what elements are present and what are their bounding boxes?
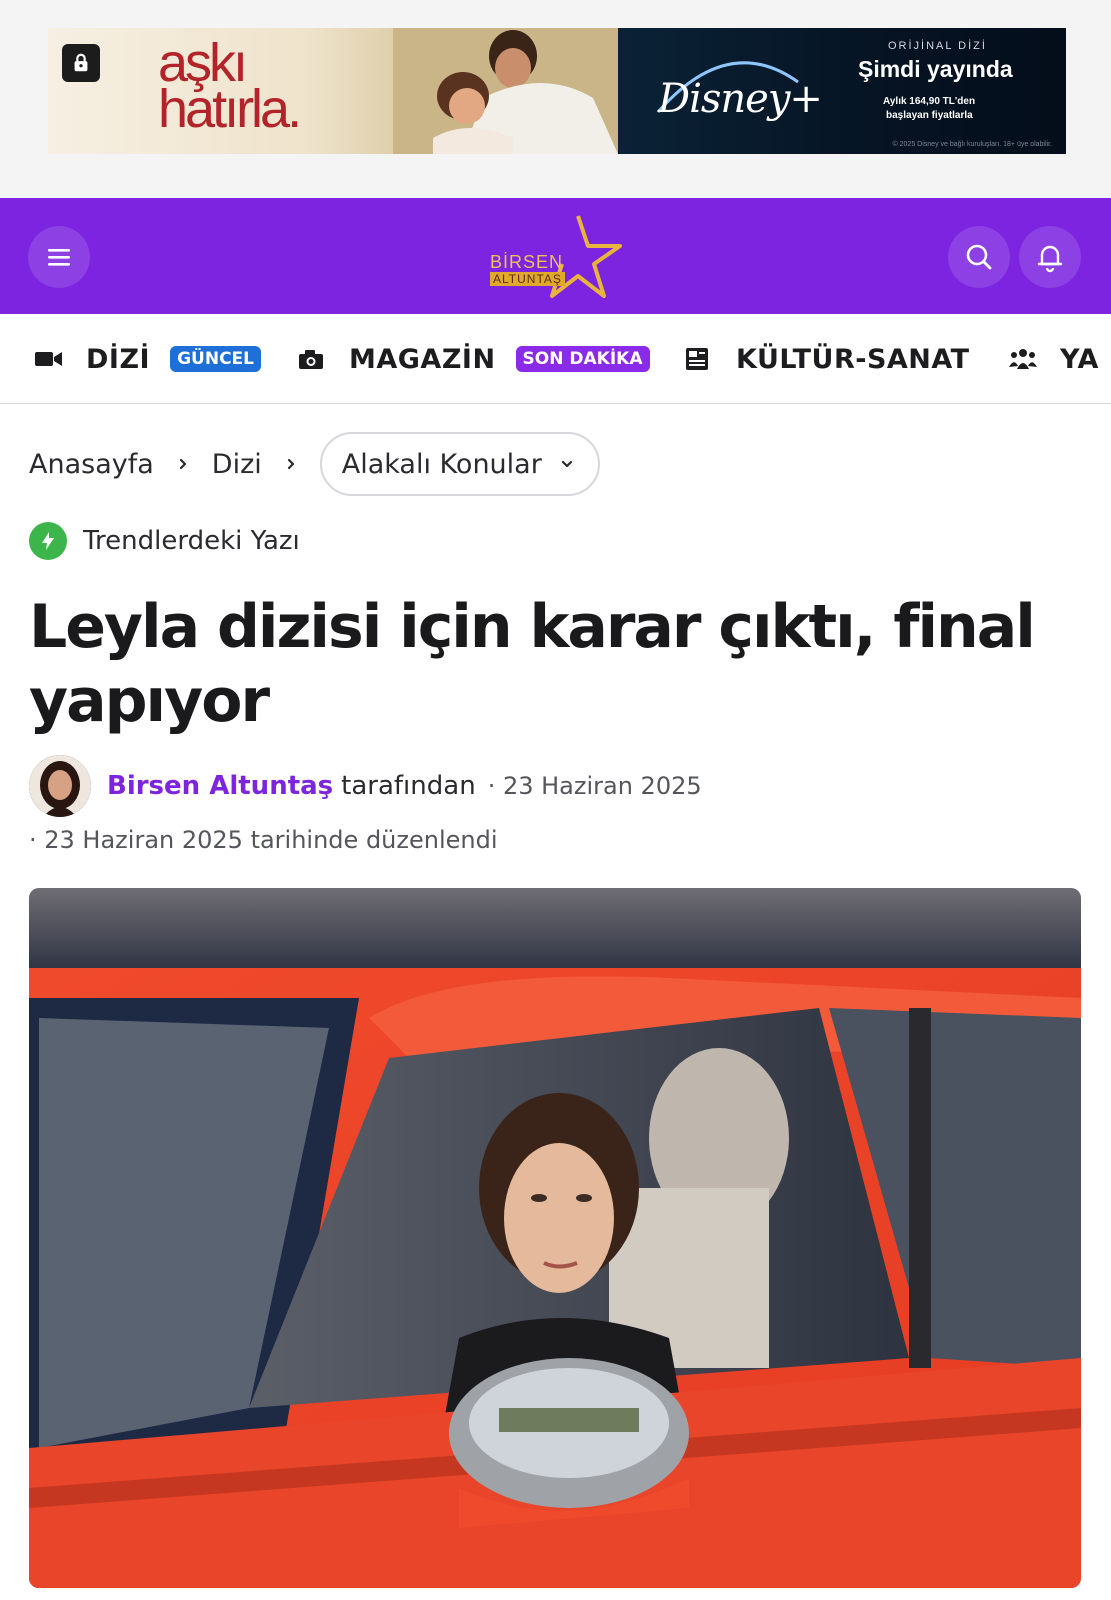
ad-brand-name: Disney+ [658,76,823,122]
ad-brand-panel: Disney+ ORİJİNAL DİZİ Şimdi yayında Aylı… [618,28,1066,154]
advertisement-area: aşkı hatırla. Disney+ ORİJİNAL DİZİ Şimd… [0,0,1111,198]
edited-date: · 23 Haziran 2025 tarihinde düzenlendi [29,826,498,854]
logo-text-line1: BİRSEN [490,252,564,272]
search-button[interactable] [948,226,1010,288]
ad-title-line2: hatırla. [158,79,302,139]
breadcrumb: Anasayfa Dizi Alakalı Konular [29,432,600,496]
publish-date: · 23 Haziran 2025 [487,772,702,800]
people-icon [1009,349,1037,369]
newspaper-icon [686,348,708,370]
chevron-down-icon [561,460,572,468]
lightning-icon [29,522,67,560]
author-avatar[interactable] [29,755,91,817]
category-label: KÜLTÜR-SANAT [736,343,970,375]
ad-banner[interactable]: aşkı hatırla. Disney+ ORİJİNAL DİZİ Şimd… [48,28,1066,154]
chevron-right-icon [287,458,294,470]
ad-price-line2: başlayan fiyatlarla [886,110,973,121]
ad-title: aşkı hatırla. [158,36,302,139]
category-label: DİZİ [86,343,151,375]
ad-tagline-big: Şimdi yayında [858,56,1013,82]
article-hero-image[interactable] [29,888,1081,1588]
category-label: MAGAZİN [349,343,496,375]
author-name[interactable]: Birsen Altuntaş [107,771,333,801]
breadcrumb-section[interactable]: Dizi [212,449,262,480]
category-badge: SON DAKİKA [515,346,650,372]
ad-tagline-small: ORİJİNAL DİZİ [888,40,987,52]
logo-text-line2: ALTUNTAŞ [490,272,565,286]
ad-legal-text: © 2025 Disney ve bağlı kuruluşları. 18+ … [892,141,1052,148]
category-label: YA [1060,343,1099,375]
category-badge: GÜNCEL [170,346,262,372]
category-nav: DİZİ GÜNCEL MAGAZİN SON DAKİKA KÜLTÜR-SA… [0,314,1111,404]
category-dizi[interactable]: DİZİ GÜNCEL [34,340,262,378]
search-icon [966,244,992,270]
lock-icon[interactable] [62,44,100,82]
hero-photo [29,888,1081,1588]
ad-image-panel: aşkı hatırla. [48,28,618,154]
ad-couple-image [393,28,618,154]
category-magazin[interactable]: MAGAZİN SON DAKİKA [297,340,650,378]
video-camera-icon [35,352,62,366]
bell-icon [1037,245,1063,273]
site-header: BİRSEN ALTUNTAŞ [0,198,1111,314]
breadcrumb-home[interactable]: Anasayfa [29,449,154,480]
ad-price-line1: Aylık 164,90 TL'den [883,96,976,107]
hamburger-icon [48,249,70,266]
category-ya[interactable]: YA [1008,340,1099,378]
article-title: Leyla dizisi için karar çıktı, final yap… [29,592,1036,736]
chevron-right-icon [179,458,186,470]
trending-text: Trendlerdeki Yazı [83,526,300,556]
article-byline: Birsen Altuntaş tarafından · 23 Haziran … [29,755,702,817]
notifications-button[interactable] [1019,226,1081,288]
category-kultur-sanat[interactable]: KÜLTÜR-SANAT [684,340,970,378]
related-topics-label: Alakalı Konular [341,448,542,480]
camera-icon [299,350,323,369]
menu-button[interactable] [28,226,90,288]
related-topics-dropdown[interactable]: Alakalı Konular [319,432,600,496]
author-by-suffix: tarafından [341,771,476,801]
trending-label: Trendlerdeki Yazı [29,522,300,560]
site-logo[interactable]: BİRSEN ALTUNTAŞ [486,212,626,300]
